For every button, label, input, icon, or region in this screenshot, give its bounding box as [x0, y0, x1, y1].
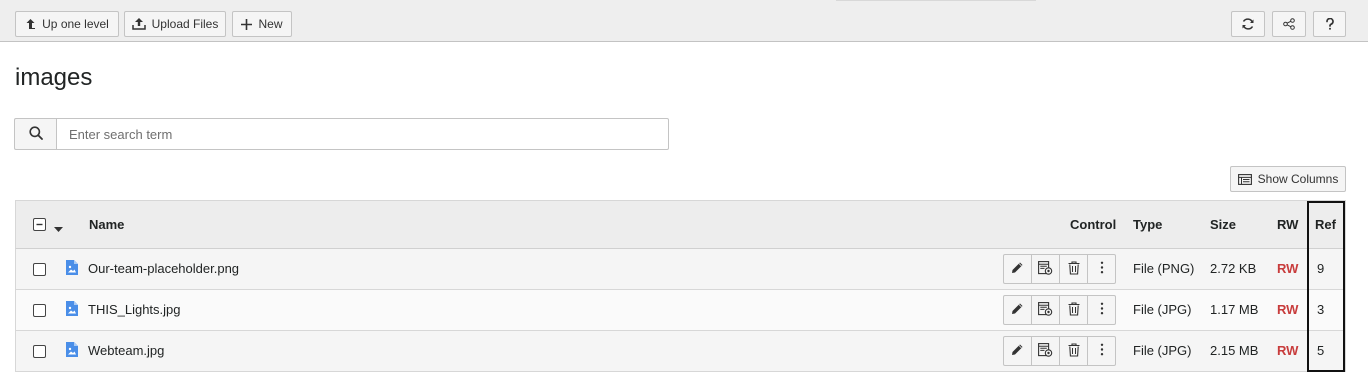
select-menu-caret-icon[interactable] — [54, 221, 63, 236]
toolbar-divider — [836, 0, 1036, 1]
show-columns-button[interactable]: Show Columns — [1230, 166, 1346, 192]
edit-button[interactable] — [1003, 295, 1032, 325]
header-ref[interactable]: Ref — [1315, 217, 1336, 232]
share-button[interactable] — [1272, 11, 1306, 37]
file-permissions: RW — [1277, 302, 1299, 317]
delete-button[interactable] — [1059, 254, 1088, 284]
more-button[interactable] — [1087, 254, 1116, 284]
header-name[interactable]: Name — [89, 217, 124, 232]
more-icon — [1100, 343, 1104, 359]
file-table: Name Control Type Size RW Ref Our-team-p… — [15, 200, 1346, 372]
file-ref-count[interactable]: 3 — [1317, 302, 1324, 317]
table-row[interactable]: Webteam.jpg File (JPG) 2.15 MB RW 5 — [15, 331, 1346, 372]
file-size: 1.17 MB — [1210, 302, 1259, 317]
file-name[interactable]: THIS_Lights.jpg — [88, 302, 181, 317]
table-row[interactable]: THIS_Lights.jpg File (JPG) 1.17 MB RW 3 — [15, 290, 1346, 331]
file-ref-count[interactable]: 9 — [1317, 261, 1324, 276]
page-title: images — [15, 64, 93, 91]
header-type[interactable]: Type — [1133, 217, 1162, 232]
row-controls — [1003, 254, 1116, 284]
delete-button[interactable] — [1059, 295, 1088, 325]
edit-button[interactable] — [1003, 336, 1032, 366]
more-icon — [1100, 302, 1104, 318]
delete-button[interactable] — [1059, 336, 1088, 366]
help-button[interactable] — [1313, 11, 1346, 37]
help-icon — [1325, 18, 1334, 30]
row-checkbox[interactable] — [33, 345, 46, 358]
columns-icon — [1237, 173, 1252, 185]
arrow-up-icon — [25, 18, 36, 30]
search-icon — [28, 125, 43, 143]
search-button[interactable] — [14, 118, 56, 150]
new-button[interactable]: New — [232, 11, 292, 37]
more-button[interactable] — [1087, 295, 1116, 325]
more-icon — [1100, 261, 1104, 277]
trash-icon — [1068, 301, 1080, 319]
header-rw[interactable]: RW — [1277, 217, 1298, 232]
pencil-icon — [1011, 343, 1024, 359]
upload-icon — [131, 18, 146, 30]
more-button[interactable] — [1087, 336, 1116, 366]
header-size[interactable]: Size — [1210, 217, 1236, 232]
info-icon — [1038, 301, 1053, 319]
up-one-level-label: Up one level — [42, 17, 109, 31]
row-controls — [1003, 336, 1116, 366]
file-permissions: RW — [1277, 261, 1299, 276]
file-size: 2.15 MB — [1210, 343, 1259, 358]
info-button[interactable] — [1031, 254, 1060, 284]
image-file-icon — [66, 260, 78, 278]
share-icon — [1283, 18, 1295, 30]
top-toolbar: Up one level Upload Files New — [0, 0, 1368, 42]
file-name[interactable]: Webteam.jpg — [88, 343, 164, 358]
refresh-icon — [1241, 17, 1255, 31]
refresh-button[interactable] — [1231, 11, 1265, 37]
file-type: File (JPG) — [1133, 343, 1192, 358]
image-file-icon — [66, 301, 78, 319]
row-controls — [1003, 295, 1116, 325]
pencil-icon — [1011, 302, 1024, 318]
search-bar — [14, 118, 669, 150]
file-size: 2.72 KB — [1210, 261, 1257, 276]
file-type: File (PNG) — [1133, 261, 1195, 276]
select-all-checkbox[interactable] — [33, 218, 46, 231]
new-label: New — [258, 17, 283, 31]
show-columns-label: Show Columns — [1257, 172, 1339, 186]
search-input[interactable] — [56, 118, 669, 150]
upload-files-button[interactable]: Upload Files — [124, 11, 226, 37]
info-icon — [1038, 260, 1053, 278]
file-ref-count[interactable]: 5 — [1317, 343, 1324, 358]
up-one-level-button[interactable]: Up one level — [15, 11, 119, 37]
header-control: Control — [1070, 217, 1117, 232]
table-header: Name Control Type Size RW Ref — [15, 200, 1346, 249]
trash-icon — [1068, 342, 1080, 360]
row-checkbox[interactable] — [33, 263, 46, 276]
image-file-icon — [66, 342, 78, 360]
info-button[interactable] — [1031, 336, 1060, 366]
row-checkbox[interactable] — [33, 304, 46, 317]
pencil-icon — [1011, 261, 1024, 277]
file-permissions: RW — [1277, 343, 1299, 358]
edit-button[interactable] — [1003, 254, 1032, 284]
table-row[interactable]: Our-team-placeholder.png File (PNG) 2.72… — [15, 249, 1346, 290]
trash-icon — [1068, 260, 1080, 278]
file-type: File (JPG) — [1133, 302, 1192, 317]
info-icon — [1038, 342, 1053, 360]
info-button[interactable] — [1031, 295, 1060, 325]
upload-files-label: Upload Files — [151, 17, 219, 31]
plus-icon — [241, 18, 253, 30]
file-name[interactable]: Our-team-placeholder.png — [88, 261, 239, 276]
